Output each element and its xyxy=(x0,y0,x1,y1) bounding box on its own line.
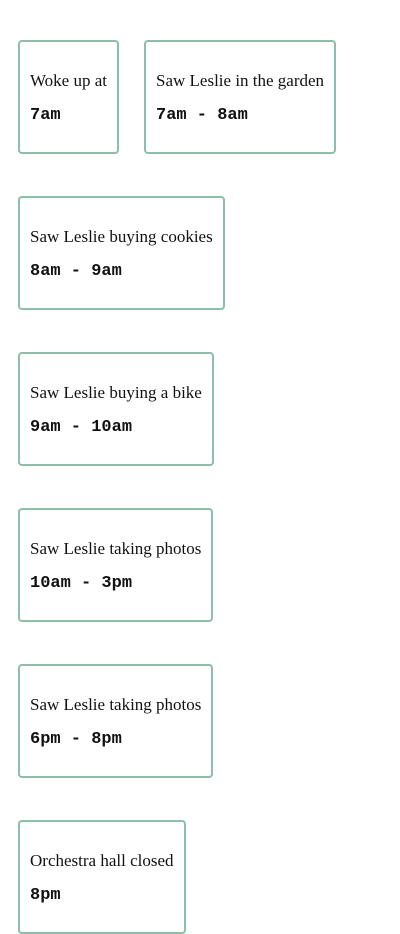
event-card-photos-morning: Saw Leslie taking photos 10am - 3pm xyxy=(18,508,214,622)
event-card-orchestra: Orchestra hall closed 8pm xyxy=(18,820,186,934)
event-time: 8pm xyxy=(30,886,61,905)
event-timeline: Woke up at 7am Saw Leslie in the garden … xyxy=(18,40,382,934)
event-description: Saw Leslie in the garden xyxy=(156,71,325,90)
event-time: 7am - 8am xyxy=(156,106,248,125)
event-time: 6pm - 8pm xyxy=(30,730,122,749)
event-time: 8am - 9am xyxy=(30,262,122,281)
event-description: Orchestra hall closed xyxy=(30,851,174,870)
event-description: Saw Leslie buying cookies xyxy=(30,227,213,246)
event-card-garden: Saw Leslie in the garden 7am - 8am xyxy=(144,40,337,154)
event-card-photos-evening: Saw Leslie taking photos 6pm - 8pm xyxy=(18,664,214,778)
event-description: Woke up at xyxy=(30,71,107,90)
event-description: Saw Leslie taking photos xyxy=(30,539,202,558)
event-time: 10am - 3pm xyxy=(30,574,133,593)
event-card-woke-up: Woke up at 7am xyxy=(18,40,119,154)
event-card-cookies: Saw Leslie buying cookies 8am - 9am xyxy=(18,196,225,310)
event-card-bike: Saw Leslie buying a bike 9am - 10am xyxy=(18,352,214,466)
event-description: Saw Leslie taking photos xyxy=(30,695,202,714)
event-description: Saw Leslie buying a bike xyxy=(30,383,202,402)
event-time: 9am - 10am xyxy=(30,418,133,437)
event-time: 7am xyxy=(30,106,61,125)
